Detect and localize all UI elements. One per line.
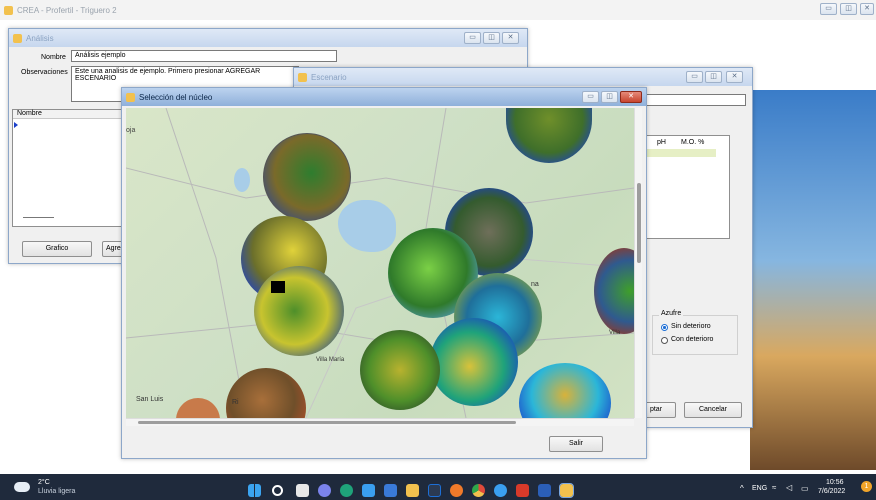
- analisis-table: Nombre: [12, 109, 125, 227]
- seleccion-titlebar: Selección del núcleo: [122, 88, 646, 106]
- main-title: CREA - Profertil - Triguero 2: [17, 5, 117, 15]
- window-icon: [13, 33, 22, 43]
- seleccion-minimize-button[interactable]: ▭: [582, 91, 599, 103]
- escenario-title: Escenario: [311, 72, 347, 82]
- analisis-title: Análisis: [26, 33, 54, 43]
- help-icon[interactable]: [494, 484, 507, 497]
- escenario-maximize-button[interactable]: ◫: [705, 71, 722, 83]
- word-icon[interactable]: [538, 484, 551, 497]
- salir-button[interactable]: Salir: [549, 436, 603, 452]
- chrome-icon[interactable]: [472, 484, 485, 497]
- clock-date[interactable]: 7/6/2022: [818, 488, 845, 495]
- row-selector-arrow: [14, 122, 18, 128]
- clock-time[interactable]: 10:56: [826, 479, 844, 486]
- task-view-icon[interactable]: [296, 484, 309, 497]
- escenario-close-button[interactable]: ✕: [726, 71, 743, 83]
- main-titlebar: CREA - Profertil - Triguero 2: [0, 0, 876, 20]
- table-divider: [23, 217, 54, 218]
- escenario-titlebar: Escenario: [294, 68, 752, 86]
- seleccion-close-button[interactable]: ✕: [620, 91, 642, 103]
- nombre-field[interactable]: Análisis ejemplo: [71, 50, 337, 62]
- lightning-app-icon[interactable]: [428, 484, 441, 497]
- map-horizontal-scrollbar[interactable]: [126, 418, 634, 426]
- soil-circle[interactable]: [254, 266, 344, 356]
- table-header-ph[interactable]: pH: [657, 139, 666, 146]
- weather-icon[interactable]: [14, 482, 30, 492]
- map-canvas[interactable]: oja Villa María San Luis Ri na Villa: [126, 108, 634, 418]
- main-close-button[interactable]: ✕: [860, 3, 874, 15]
- start-windows-icon[interactable]: [248, 484, 261, 497]
- firefox-icon[interactable]: [450, 484, 463, 497]
- analisis-titlebar: Análisis: [9, 29, 527, 47]
- soil-circle[interactable]: [360, 330, 440, 410]
- escenario-minimize-button[interactable]: ▭: [686, 71, 703, 83]
- weather-text[interactable]: Lluvia ligera: [38, 488, 75, 495]
- grafico-button[interactable]: Grafico: [22, 241, 92, 257]
- escenario-name-field[interactable]: [644, 94, 746, 106]
- tray-chevron-icon[interactable]: ^: [740, 484, 744, 493]
- horizontal-scroll-thumb[interactable]: [138, 421, 516, 424]
- weather-temp[interactable]: 2°C: [38, 479, 50, 486]
- selected-nucleo-marker[interactable]: [271, 281, 285, 293]
- analisis-minimize-button[interactable]: ▭: [464, 32, 481, 44]
- search-icon[interactable]: [272, 485, 283, 496]
- con-deterioro-label: Con deterioro: [671, 336, 714, 343]
- table-header-nombre[interactable]: Nombre: [13, 110, 124, 119]
- edge-icon[interactable]: [340, 484, 353, 497]
- azufre-label: Azufre: [659, 310, 684, 317]
- seleccion-title: Selección del núcleo: [139, 92, 213, 102]
- window-icon: [126, 92, 135, 102]
- map-place-label: Ri: [232, 399, 239, 406]
- sin-deterioro-label: Sin deterioro: [671, 323, 711, 330]
- window-icon: [298, 72, 307, 82]
- crea-app-icon[interactable]: [559, 483, 574, 498]
- map-place-label: San Luis: [136, 396, 164, 403]
- battery-icon[interactable]: ▭: [801, 484, 809, 493]
- vertical-scroll-thumb[interactable]: [637, 183, 641, 263]
- language-indicator[interactable]: ENG: [752, 485, 767, 492]
- file-explorer-icon[interactable]: [406, 484, 419, 497]
- seleccion-maximize-button[interactable]: ◫: [601, 91, 618, 103]
- nombre-label: Nombre: [41, 54, 66, 61]
- cancelar-button[interactable]: Cancelar: [684, 402, 742, 418]
- photos-icon[interactable]: [384, 484, 397, 497]
- main-maximize-button[interactable]: ◫: [840, 3, 857, 15]
- escenario-table: pH M.O. %: [644, 135, 730, 239]
- wifi-icon[interactable]: ≈: [772, 483, 776, 492]
- notification-badge[interactable]: 1: [861, 481, 872, 492]
- radio-con-deterioro[interactable]: [661, 337, 668, 344]
- radio-sin-deterioro[interactable]: [661, 324, 668, 331]
- chat-icon[interactable]: [318, 484, 331, 497]
- map-place-label: Villa María: [316, 357, 345, 363]
- soil-circle[interactable]: [430, 318, 518, 406]
- pdf-reader-icon[interactable]: [516, 484, 529, 497]
- map-vertical-scrollbar[interactable]: [634, 108, 642, 418]
- analisis-maximize-button[interactable]: ◫: [483, 32, 500, 44]
- azufre-group: Azufre Sin deterioro Con deterioro: [652, 310, 738, 355]
- map-place-label: na: [531, 281, 539, 288]
- store-icon[interactable]: [362, 484, 375, 497]
- map-place-label: oja: [126, 127, 136, 134]
- volume-icon[interactable]: ◁: [786, 483, 792, 492]
- analisis-close-button[interactable]: ✕: [502, 32, 519, 44]
- main-minimize-button[interactable]: ▭: [820, 3, 837, 15]
- soil-circle[interactable]: [263, 133, 351, 221]
- seleccion-window: Selección del núcleo ▭ ◫ ✕ oja Villa Mar…: [121, 87, 647, 459]
- table-row-highlight[interactable]: [646, 149, 716, 157]
- observaciones-label: Observaciones: [21, 69, 68, 76]
- app-icon: [4, 5, 13, 15]
- table-header-mo[interactable]: M.O. %: [681, 139, 704, 146]
- map-place-label: Villa: [609, 330, 621, 336]
